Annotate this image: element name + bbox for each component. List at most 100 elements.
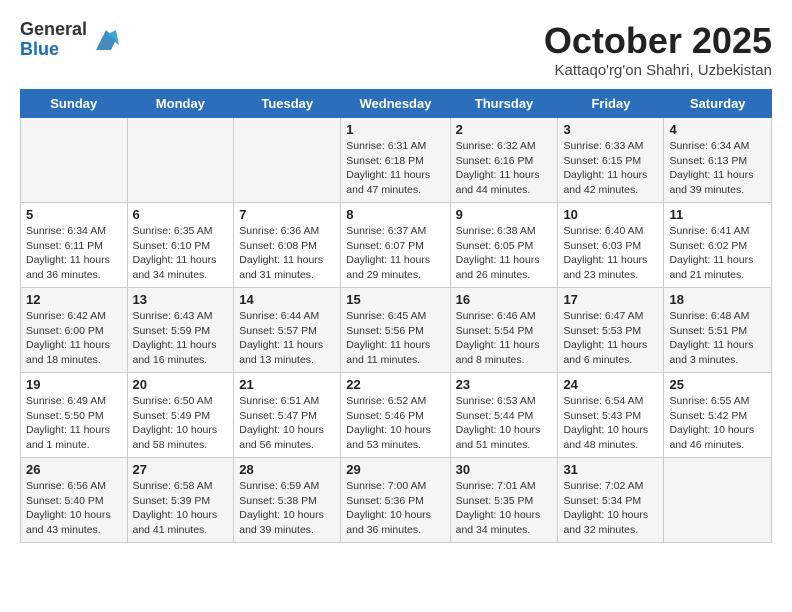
- day-number: 20: [133, 377, 229, 392]
- day-info: Sunrise: 6:54 AMSunset: 5:43 PMDaylight:…: [563, 394, 658, 453]
- day-number: 7: [239, 207, 335, 222]
- day-number: 9: [456, 207, 553, 222]
- day-number: 8: [346, 207, 444, 222]
- day-number: 1: [346, 122, 444, 137]
- day-number: 6: [133, 207, 229, 222]
- day-cell-12: 12 Sunrise: 6:42 AMSunset: 6:00 PMDayligh…: [21, 288, 128, 373]
- week-row-3: 19 Sunrise: 6:49 AMSunset: 5:50 PMDayligh…: [21, 373, 772, 458]
- empty-cell: [234, 118, 341, 203]
- day-number: 4: [669, 122, 766, 137]
- calendar-header: SundayMondayTuesdayWednesdayThursdayFrid…: [21, 90, 772, 118]
- day-number: 15: [346, 292, 444, 307]
- day-number: 31: [563, 462, 658, 477]
- day-number: 21: [239, 377, 335, 392]
- day-info: Sunrise: 6:46 AMSunset: 5:54 PMDaylight:…: [456, 309, 553, 368]
- day-cell-8: 8 Sunrise: 6:37 AMSunset: 6:07 PMDaylight…: [341, 203, 450, 288]
- day-info: Sunrise: 6:33 AMSunset: 6:15 PMDaylight:…: [563, 139, 658, 198]
- day-cell-16: 16 Sunrise: 6:46 AMSunset: 5:54 PMDayligh…: [450, 288, 558, 373]
- logo-blue: Blue: [20, 40, 87, 60]
- day-info: Sunrise: 6:34 AMSunset: 6:11 PMDaylight:…: [26, 224, 122, 283]
- day-cell-18: 18 Sunrise: 6:48 AMSunset: 5:51 PMDayligh…: [664, 288, 772, 373]
- day-cell-24: 24 Sunrise: 6:54 AMSunset: 5:43 PMDayligh…: [558, 373, 664, 458]
- day-cell-5: 5 Sunrise: 6:34 AMSunset: 6:11 PMDaylight…: [21, 203, 128, 288]
- week-row-0: 1 Sunrise: 6:31 AMSunset: 6:18 PMDaylight…: [21, 118, 772, 203]
- day-number: 24: [563, 377, 658, 392]
- day-cell-6: 6 Sunrise: 6:35 AMSunset: 6:10 PMDaylight…: [127, 203, 234, 288]
- day-number: 28: [239, 462, 335, 477]
- header-row: SundayMondayTuesdayWednesdayThursdayFrid…: [21, 90, 772, 118]
- day-cell-13: 13Sunrise: 6:43 AMSunset: 5:59 PMDayligh…: [127, 288, 234, 373]
- location-subtitle: Kattaqo'rg'on Shahri, Uzbekistan: [544, 62, 772, 79]
- day-cell-1: 1 Sunrise: 6:31 AMSunset: 6:18 PMDaylight…: [341, 118, 450, 203]
- header-saturday: Saturday: [664, 90, 772, 118]
- day-number: 11: [669, 207, 766, 222]
- day-cell-29: 29 Sunrise: 7:00 AMSunset: 5:36 PMDayligh…: [341, 458, 450, 543]
- day-cell-22: 22Sunrise: 6:52 AMSunset: 5:46 PMDayligh…: [341, 373, 450, 458]
- day-cell-17: 17Sunrise: 6:47 AMSunset: 5:53 PMDayligh…: [558, 288, 664, 373]
- day-info: Sunrise: 6:37 AMSunset: 6:07 PMDaylight:…: [346, 224, 444, 283]
- day-number: 16: [456, 292, 553, 307]
- calendar-table: SundayMondayTuesdayWednesdayThursdayFrid…: [20, 89, 772, 543]
- header-monday: Monday: [127, 90, 234, 118]
- day-number: 2: [456, 122, 553, 137]
- logo-icon: [91, 25, 121, 55]
- day-cell-21: 21 Sunrise: 6:51 AMSunset: 5:47 PMDayligh…: [234, 373, 341, 458]
- day-info: Sunrise: 6:49 AMSunset: 5:50 PMDaylight:…: [26, 394, 122, 453]
- day-cell-31: 31 Sunrise: 7:02 AMSunset: 5:34 PMDayligh…: [558, 458, 664, 543]
- day-info: Sunrise: 6:59 AMSunset: 5:38 PMDaylight:…: [239, 479, 335, 538]
- day-info: Sunrise: 6:56 AMSunset: 5:40 PMDaylight:…: [26, 479, 122, 538]
- empty-cell: [21, 118, 128, 203]
- day-info: Sunrise: 6:48 AMSunset: 5:51 PMDaylight:…: [669, 309, 766, 368]
- day-info: Sunrise: 6:42 AMSunset: 6:00 PMDaylight:…: [26, 309, 122, 368]
- day-number: 12: [26, 292, 122, 307]
- day-info: Sunrise: 6:31 AMSunset: 6:18 PMDaylight:…: [346, 139, 444, 198]
- week-row-4: 26 Sunrise: 6:56 AMSunset: 5:40 PMDayligh…: [21, 458, 772, 543]
- day-cell-11: 11Sunrise: 6:41 AMSunset: 6:02 PMDayligh…: [664, 203, 772, 288]
- week-row-2: 12 Sunrise: 6:42 AMSunset: 6:00 PMDayligh…: [21, 288, 772, 373]
- day-info: Sunrise: 6:36 AMSunset: 6:08 PMDaylight:…: [239, 224, 335, 283]
- day-cell-3: 3 Sunrise: 6:33 AMSunset: 6:15 PMDaylight…: [558, 118, 664, 203]
- day-number: 26: [26, 462, 122, 477]
- day-number: 14: [239, 292, 335, 307]
- day-cell-7: 7 Sunrise: 6:36 AMSunset: 6:08 PMDaylight…: [234, 203, 341, 288]
- day-info: Sunrise: 6:58 AMSunset: 5:39 PMDaylight:…: [133, 479, 229, 538]
- day-cell-30: 30Sunrise: 7:01 AMSunset: 5:35 PMDayligh…: [450, 458, 558, 543]
- day-number: 29: [346, 462, 444, 477]
- day-info: Sunrise: 7:00 AMSunset: 5:36 PMDaylight:…: [346, 479, 444, 538]
- logo-general: General: [20, 20, 87, 40]
- day-number: 27: [133, 462, 229, 477]
- day-number: 18: [669, 292, 766, 307]
- day-number: 25: [669, 377, 766, 392]
- day-info: Sunrise: 6:51 AMSunset: 5:47 PMDaylight:…: [239, 394, 335, 453]
- day-info: Sunrise: 6:44 AMSunset: 5:57 PMDaylight:…: [239, 309, 335, 368]
- day-number: 22: [346, 377, 444, 392]
- header-wednesday: Wednesday: [341, 90, 450, 118]
- day-cell-27: 27 Sunrise: 6:58 AMSunset: 5:39 PMDayligh…: [127, 458, 234, 543]
- day-info: Sunrise: 6:35 AMSunset: 6:10 PMDaylight:…: [133, 224, 229, 283]
- day-cell-23: 23Sunrise: 6:53 AMSunset: 5:44 PMDayligh…: [450, 373, 558, 458]
- month-title: October 2025: [544, 20, 772, 62]
- day-info: Sunrise: 6:40 AMSunset: 6:03 PMDaylight:…: [563, 224, 658, 283]
- day-cell-26: 26 Sunrise: 6:56 AMSunset: 5:40 PMDayligh…: [21, 458, 128, 543]
- day-number: 3: [563, 122, 658, 137]
- day-cell-10: 10Sunrise: 6:40 AMSunset: 6:03 PMDayligh…: [558, 203, 664, 288]
- day-info: Sunrise: 6:45 AMSunset: 5:56 PMDaylight:…: [346, 309, 444, 368]
- day-info: Sunrise: 7:02 AMSunset: 5:34 PMDaylight:…: [563, 479, 658, 538]
- day-info: Sunrise: 6:43 AMSunset: 5:59 PMDaylight:…: [133, 309, 229, 368]
- day-cell-9: 9 Sunrise: 6:38 AMSunset: 6:05 PMDaylight…: [450, 203, 558, 288]
- day-info: Sunrise: 6:38 AMSunset: 6:05 PMDaylight:…: [456, 224, 553, 283]
- day-cell-28: 28 Sunrise: 6:59 AMSunset: 5:38 PMDayligh…: [234, 458, 341, 543]
- day-cell-20: 20 Sunrise: 6:50 AMSunset: 5:49 PMDayligh…: [127, 373, 234, 458]
- day-number: 19: [26, 377, 122, 392]
- logo: General Blue: [20, 20, 121, 60]
- header-friday: Friday: [558, 90, 664, 118]
- empty-cell: [127, 118, 234, 203]
- day-cell-4: 4Sunrise: 6:34 AMSunset: 6:13 PMDaylight…: [664, 118, 772, 203]
- day-number: 23: [456, 377, 553, 392]
- day-number: 30: [456, 462, 553, 477]
- day-number: 5: [26, 207, 122, 222]
- day-cell-19: 19 Sunrise: 6:49 AMSunset: 5:50 PMDayligh…: [21, 373, 128, 458]
- calendar-body: 1 Sunrise: 6:31 AMSunset: 6:18 PMDaylight…: [21, 118, 772, 543]
- day-info: Sunrise: 6:50 AMSunset: 5:49 PMDaylight:…: [133, 394, 229, 453]
- day-info: Sunrise: 6:47 AMSunset: 5:53 PMDaylight:…: [563, 309, 658, 368]
